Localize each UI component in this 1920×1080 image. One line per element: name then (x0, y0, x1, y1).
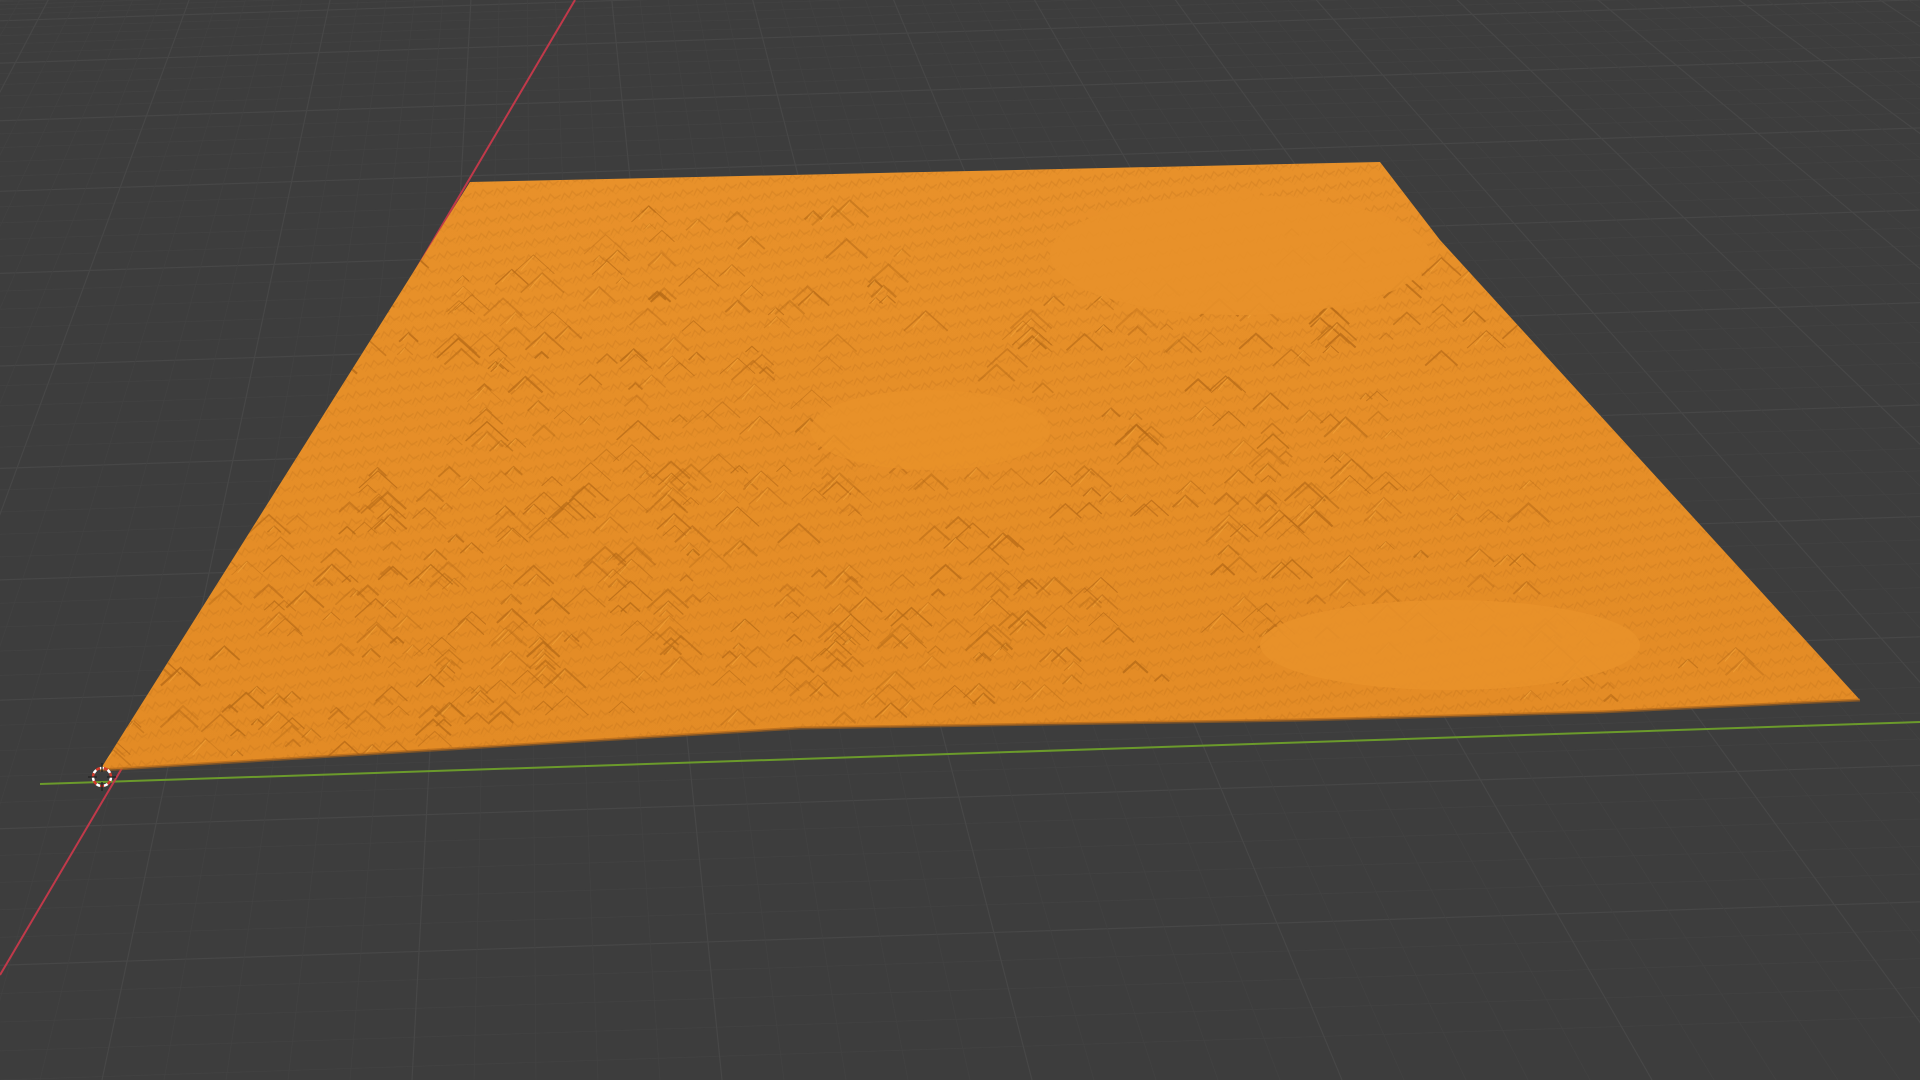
3d-viewport[interactable] (0, 0, 1920, 1080)
terrain-flat-plain (1050, 195, 1430, 315)
terrain-flat-basin (1260, 600, 1640, 690)
terrain-flat-valley (810, 390, 1050, 470)
